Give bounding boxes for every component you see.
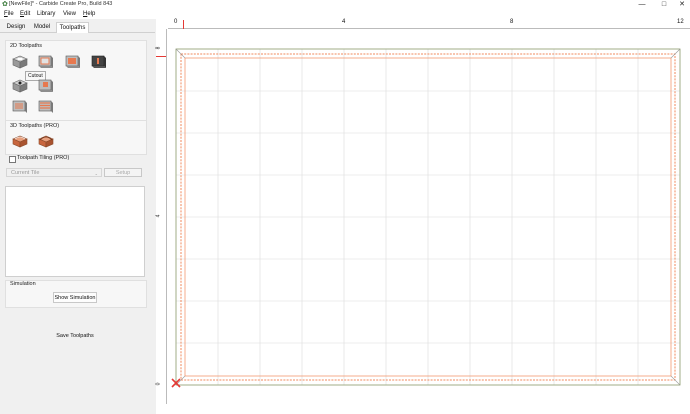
- tab-toolpaths[interactable]: Toolpaths: [56, 22, 89, 33]
- toolpaths-2d-title: 2D Toolpaths: [10, 43, 43, 49]
- menu-file[interactable]: File: [4, 9, 14, 19]
- close-button[interactable]: ✕: [673, 0, 690, 9]
- tab-model[interactable]: Model: [31, 22, 53, 32]
- rough-toolpath-icon[interactable]: [37, 99, 55, 115]
- window-title: [NewFile]* - Carbide Create Pro, Build 8…: [9, 1, 113, 7]
- menu-bar: [0, 9, 690, 19]
- toolpath-list[interactable]: [5, 186, 145, 277]
- vcarve-toolpath-icon[interactable]: [90, 54, 108, 70]
- setup-button[interactable]: Setup: [104, 168, 142, 177]
- toolpath-tiling-label: Toolpath Tiling (PRO): [17, 155, 70, 161]
- toolpath-tiling-checkbox[interactable]: [9, 156, 16, 163]
- ruler-top-label: 12: [677, 19, 684, 25]
- 3d-finish-icon[interactable]: [37, 133, 55, 149]
- simulation-title: Simulation: [10, 281, 36, 287]
- advanced-vcarve-icon[interactable]: [37, 78, 55, 94]
- current-tile-select[interactable]: Current Tile ⌄: [6, 168, 102, 177]
- chevron-down-icon: ⌄: [94, 171, 98, 176]
- maximize-button[interactable]: □: [655, 0, 673, 9]
- ruler-left-label: 0: [155, 382, 162, 386]
- drill-toolpath-icon[interactable]: [11, 78, 29, 94]
- ruler-cursor-marker: [183, 20, 184, 29]
- contour-toolpath-icon[interactable]: [11, 54, 29, 70]
- carbide-logo-icon: ✿: [2, 1, 8, 8]
- menu-library[interactable]: Library: [37, 9, 55, 19]
- toolpaths-3d-title: 3D Toolpaths (PRO): [10, 123, 60, 129]
- ruler-top-label: 4: [342, 19, 346, 25]
- cutout-toolpath-icon[interactable]: [37, 54, 55, 70]
- 3d-rough-icon[interactable]: [11, 133, 29, 149]
- save-toolpaths-button[interactable]: Save Toolpaths: [53, 331, 97, 342]
- ruler-top: [168, 19, 690, 29]
- stock-workspace[interactable]: [168, 29, 688, 409]
- pocket-toolpath-icon[interactable]: [64, 54, 82, 70]
- ruler-top-label: 8: [510, 19, 514, 25]
- menu-view[interactable]: View: [63, 9, 76, 19]
- ruler-top-label: 0: [174, 19, 178, 25]
- show-simulation-button[interactable]: Show Simulation: [53, 292, 97, 303]
- ruler-left-label: 4: [155, 214, 162, 218]
- texture-toolpath-icon[interactable]: [11, 99, 29, 115]
- ruler-left-label: 8: [155, 46, 162, 50]
- menu-edit[interactable]: Edit: [20, 9, 30, 19]
- menu-help[interactable]: Help: [83, 9, 95, 19]
- minimize-button[interactable]: —: [633, 0, 651, 9]
- ruler-left-cursor-marker: [156, 56, 166, 57]
- tab-design[interactable]: Design: [5, 22, 27, 32]
